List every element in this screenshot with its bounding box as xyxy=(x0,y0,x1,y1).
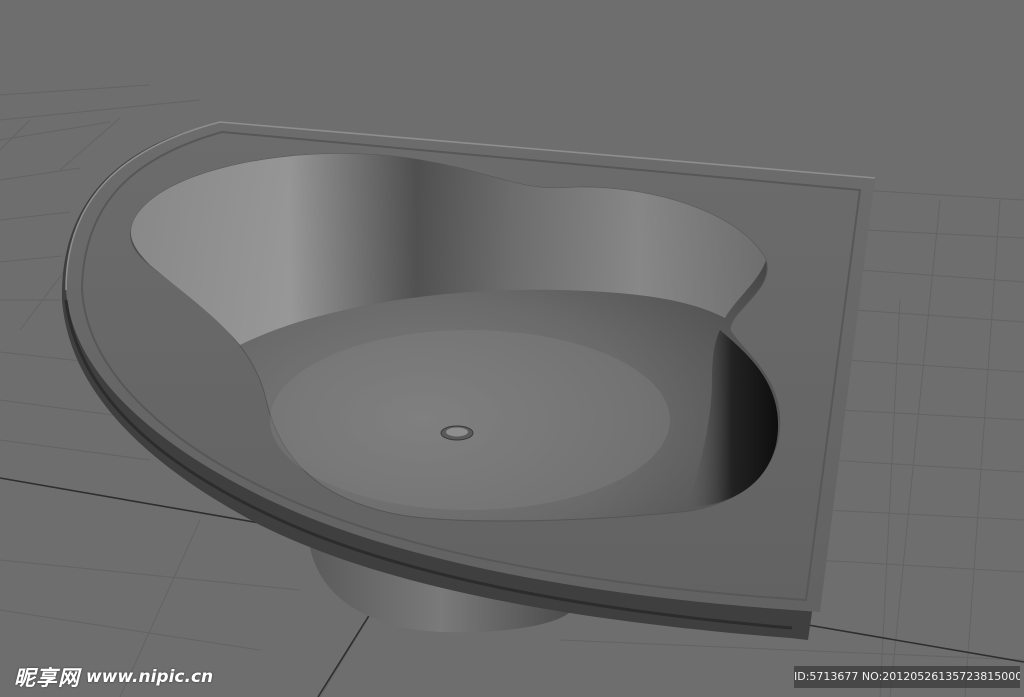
basin-floor xyxy=(270,330,670,510)
drain xyxy=(440,425,474,441)
watermark-image-info: ID:5713677 NO:20120526135723815000 xyxy=(794,666,1020,688)
watermark-logo: 昵享网 www.nipic.cn xyxy=(14,662,213,692)
watermark-site-url: www.nipic.cn xyxy=(86,667,214,687)
watermark-site-name: 昵享网 xyxy=(14,666,80,690)
bathtub-scene xyxy=(0,84,1024,697)
render-viewport: 昵享网 www.nipic.cn ID:5713677 NO:201205261… xyxy=(0,0,1024,697)
